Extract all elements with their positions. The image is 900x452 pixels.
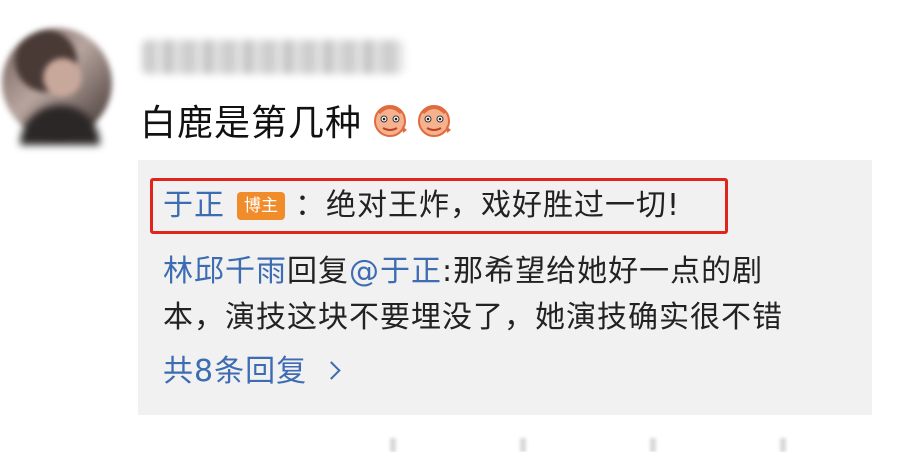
reply-item-second: 林邱千雨回复@于正:那希望给她好一点的剧 [163,250,763,294]
more-replies-label: 共8条回复 [163,354,308,389]
more-replies-link[interactable]: 共8条回复 [163,350,341,394]
reply-action: 回复 [287,254,349,289]
reply-text: :那希望给她好一点的剧 [442,254,764,289]
emoji-group [370,100,454,140]
mention-link[interactable]: @于正 [349,254,442,289]
reply-author-link[interactable]: 于正 [163,188,225,223]
reply-author-link[interactable]: 林邱千雨 [163,254,287,289]
chevron-right-icon [322,361,341,380]
blogger-badge: 博主 [237,192,285,220]
reply-text: 绝对王炸，戏好胜过一切! [326,188,681,223]
reply-item-second-continued: 本，演技这块不要埋没了，她演技确实很不错 [163,296,783,340]
cropped-toolbar [330,438,850,452]
weibo-comment-screenshot: 白鹿是第几种 于正 博主 ：绝对王炸，戏好胜过一切! 林邱千雨回复@于正:那希望… [0,0,900,452]
reply-separator: ： [295,188,326,223]
shrimp-emoji-icon [370,100,410,140]
shrimp-emoji-icon [414,100,454,140]
reply-item-author: 于正 博主 ：绝对王炸，戏好胜过一切! [163,184,680,228]
comment-text: 白鹿是第几种 [140,103,363,144]
reply-text: 本，演技这块不要埋没了，她演技确实很不错 [163,300,783,335]
blurred-username [142,40,404,74]
